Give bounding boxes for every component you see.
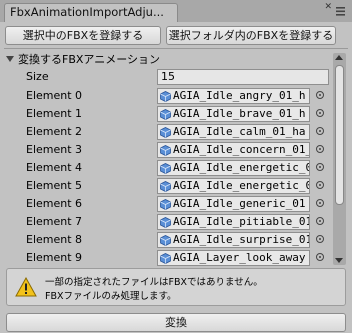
object-field-value: AGIA_Idle_energetic_0 <box>173 179 310 192</box>
window-title: FbxAnimationImportAdju... <box>10 5 164 19</box>
vertical-scrollbar[interactable] <box>333 53 346 265</box>
list-item: Element 9 AGIA_Layer_look_away <box>0 249 352 267</box>
scrollbar-thumb[interactable] <box>335 65 344 205</box>
object-picker-icon[interactable] <box>316 181 324 189</box>
element-label: Element 9 <box>26 251 83 264</box>
list-item: Element 3 AGIA_Idle_concern_01_ <box>0 141 352 159</box>
warning-help-box: 一部の指定されたファイルはFBXではありません。 FBXファイルのみ処理します。 <box>6 268 346 306</box>
scroll-down-arrow-icon[interactable] <box>335 258 343 263</box>
object-field-value: AGIA_Idle_generic_01 <box>173 197 306 210</box>
asset-icon <box>160 253 171 264</box>
asset-icon <box>160 235 171 246</box>
object-field-value: AGIA_Idle_pitiable_01_ <box>173 215 310 228</box>
object-field-value: AGIA_Idle_energetic_0 <box>173 161 310 174</box>
list-item: Element 8 AGIA_Idle_surprise_01 <box>0 231 352 249</box>
list-item: Element 5 AGIA_Idle_energetic_0 <box>0 177 352 195</box>
list-item: Element 0 AGIA_Idle_angry_01_h <box>0 87 352 105</box>
list-item: Element 2 AGIA_Idle_calm_01_ha <box>0 123 352 141</box>
object-field[interactable]: AGIA_Idle_brave_01_h <box>157 106 310 122</box>
element-label: Element 4 <box>26 161 83 174</box>
register-selected-fbx-button[interactable]: 選択中のFBXを登録する <box>5 26 161 45</box>
scroll-up-arrow-icon[interactable] <box>335 55 343 60</box>
object-field-value: AGIA_Idle_concern_01_ <box>173 143 310 156</box>
foldout-label: 変換するFBXアニメーション <box>18 53 160 66</box>
object-field[interactable]: AGIA_Layer_look_away <box>157 250 310 266</box>
asset-icon <box>160 181 171 192</box>
object-field[interactable]: AGIA_Idle_calm_01_ha <box>157 124 310 140</box>
tab-bar: FbxAnimationImportAdju... ✕ <box>0 0 352 22</box>
list-item: Element 1 AGIA_Idle_brave_01_h <box>0 105 352 123</box>
element-label: Element 5 <box>26 179 83 192</box>
close-icon[interactable]: ✕ <box>324 2 332 12</box>
object-picker-icon[interactable] <box>316 199 324 207</box>
object-picker-icon[interactable] <box>316 163 324 171</box>
element-label: Element 6 <box>26 197 83 210</box>
element-label: Element 1 <box>26 107 83 120</box>
asset-icon <box>160 199 171 210</box>
object-picker-icon[interactable] <box>316 217 324 225</box>
animations-foldout[interactable]: 変換するFBXアニメーション <box>6 52 160 68</box>
object-picker-icon[interactable] <box>316 91 324 99</box>
element-label: Element 0 <box>26 89 83 102</box>
asset-icon <box>160 217 171 228</box>
size-field[interactable]: 15 <box>157 69 329 85</box>
object-field[interactable]: AGIA_Idle_generic_01 <box>157 196 310 212</box>
element-list: Element 0 AGIA_Idle_angry_01_h Element 1… <box>0 87 352 267</box>
object-picker-icon[interactable] <box>316 145 324 153</box>
convert-button[interactable]: 変換 <box>6 313 346 332</box>
object-picker-icon[interactable] <box>316 109 324 117</box>
object-field[interactable]: AGIA_Idle_energetic_0 <box>157 160 310 176</box>
object-field-value: AGIA_Idle_angry_01_h <box>173 89 306 102</box>
object-field[interactable]: AGIA_Idle_surprise_01 <box>157 232 310 248</box>
object-field[interactable]: AGIA_Idle_concern_01_ <box>157 142 310 158</box>
object-field[interactable]: AGIA_Idle_energetic_0 <box>157 178 310 194</box>
window-tab[interactable]: FbxAnimationImportAdju... <box>4 3 178 22</box>
object-field-value: AGIA_Idle_surprise_01 <box>173 233 310 246</box>
asset-icon <box>160 163 171 174</box>
asset-icon <box>160 145 171 156</box>
menu-icon[interactable] <box>336 6 345 16</box>
foldout-arrow-icon <box>6 56 14 62</box>
element-label: Element 3 <box>26 143 83 156</box>
warning-message-line1: 一部の指定されたファイルはFBXではありません。 <box>45 277 263 288</box>
object-field[interactable]: AGIA_Idle_angry_01_h <box>157 88 310 104</box>
asset-icon <box>160 109 171 120</box>
warning-icon <box>15 277 37 297</box>
object-field-value: AGIA_Idle_calm_01_ha <box>173 125 306 138</box>
element-label: Element 2 <box>26 125 83 138</box>
list-item: Element 6 AGIA_Idle_generic_01 <box>0 195 352 213</box>
object-picker-icon[interactable] <box>316 253 324 261</box>
element-label: Element 7 <box>26 215 83 228</box>
object-picker-icon[interactable] <box>316 127 324 135</box>
object-field-value: AGIA_Layer_look_away <box>173 251 306 264</box>
asset-icon <box>160 127 171 138</box>
object-field[interactable]: AGIA_Idle_pitiable_01_ <box>157 214 310 230</box>
object-field-value: AGIA_Idle_brave_01_h <box>173 107 306 120</box>
list-item: Element 4 AGIA_Idle_energetic_0 <box>0 159 352 177</box>
register-folder-fbx-button[interactable]: 選択フォルダ内のFBXを登録する <box>166 26 336 45</box>
list-item: Element 7 AGIA_Idle_pitiable_01_ <box>0 213 352 231</box>
warning-message-line2: FBXファイルのみ処理します。 <box>45 291 177 302</box>
element-label: Element 8 <box>26 233 83 246</box>
size-label: Size <box>26 70 49 83</box>
asset-icon <box>160 91 171 102</box>
object-picker-icon[interactable] <box>316 235 324 243</box>
